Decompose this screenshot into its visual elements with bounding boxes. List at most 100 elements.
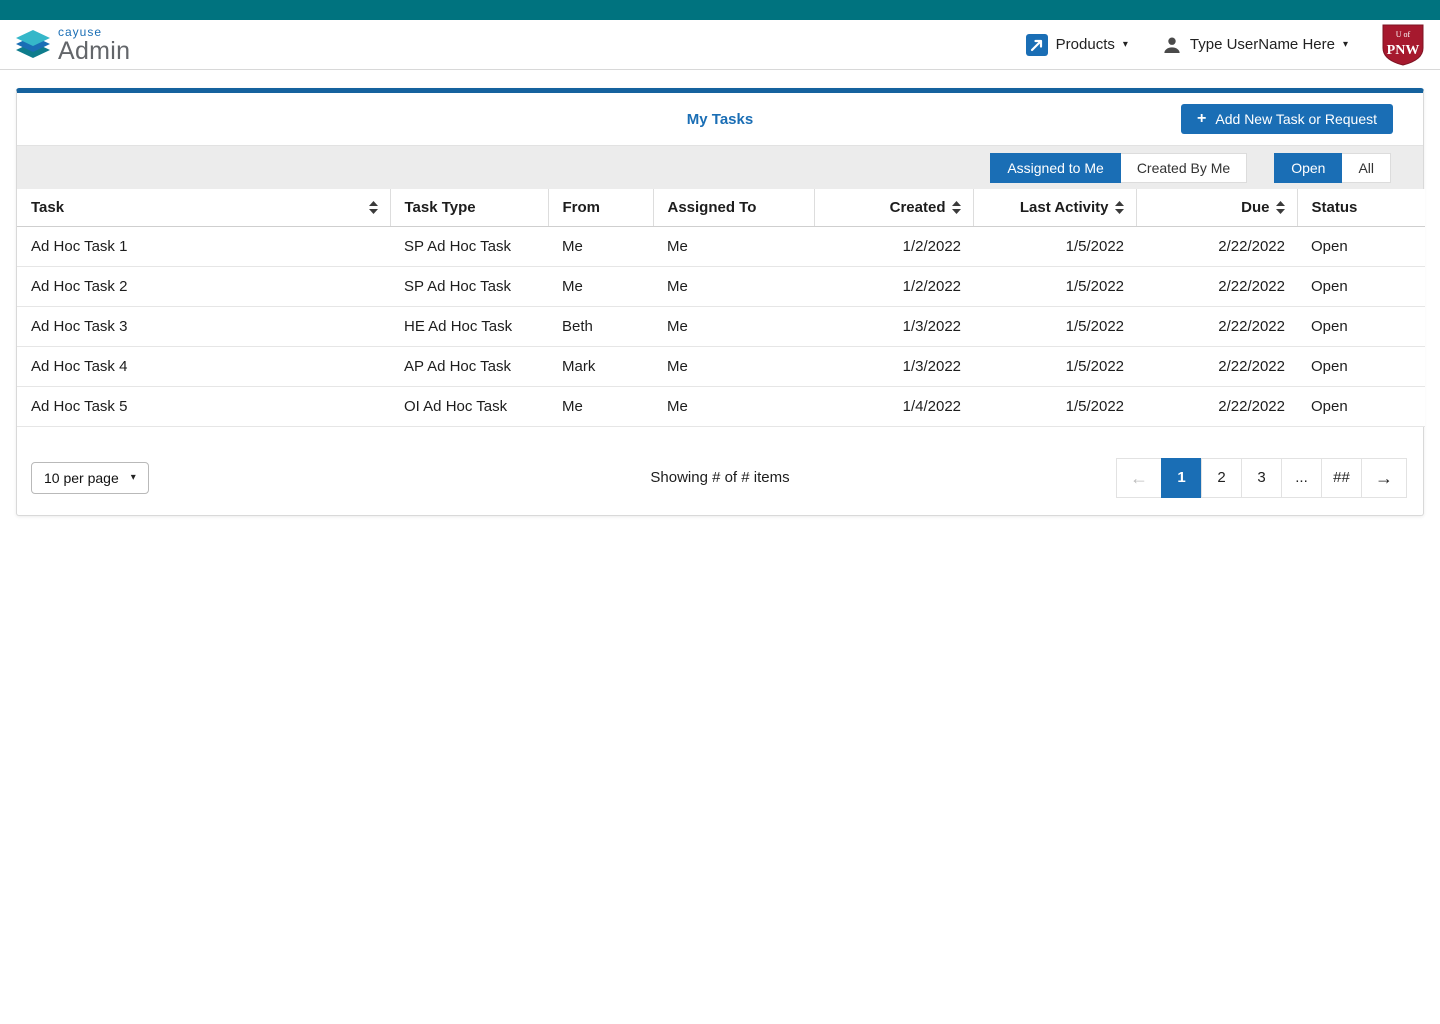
cell-assigned-to: Me [653, 386, 814, 427]
cell-status: Open [1297, 306, 1425, 347]
cell-due: 2/22/2022 [1136, 226, 1297, 267]
cell-last-activity: 1/5/2022 [973, 306, 1136, 347]
cell-assigned-to: Me [653, 226, 814, 267]
user-icon [1164, 37, 1180, 53]
page-button-3[interactable]: 3 [1241, 457, 1282, 498]
cayuse-logo-icon [16, 29, 50, 58]
cell-assigned-to: Me [653, 306, 814, 347]
panel-header: My Tasks + Add New Task or Request [17, 93, 1423, 145]
cell-task[interactable]: Ad Hoc Task 1 [17, 226, 390, 267]
user-menu-label: Type UserName Here [1189, 36, 1335, 53]
products-icon [1025, 33, 1048, 56]
column-label: Last Activity [1019, 198, 1109, 216]
column-label: Status [1311, 198, 1358, 216]
cell-from: Mark [548, 346, 653, 387]
cell-last-activity: 1/5/2022 [973, 386, 1136, 427]
next-page-button[interactable]: → [1361, 457, 1407, 498]
table-row[interactable]: Ad Hoc Task 4 AP Ad Hoc Task Mark Me 1/3… [17, 346, 1425, 387]
table-row[interactable]: Ad Hoc Task 1 SP Ad Hoc Task Me Me 1/2/2… [17, 226, 1425, 267]
column-label: Due [1241, 198, 1270, 216]
sort-icon [1275, 200, 1285, 214]
arrow-left-icon: ← [1130, 467, 1148, 488]
cell-task[interactable]: Ad Hoc Task 3 [17, 306, 390, 347]
product-name: Admin [58, 36, 131, 65]
cell-status: Open [1297, 346, 1425, 387]
cell-status: Open [1297, 226, 1425, 267]
column-header-created[interactable]: Created [814, 189, 974, 227]
showing-count: Showing # of # items [650, 469, 790, 486]
org-logo-line2: PNW [1387, 43, 1420, 58]
brand-name: cayuse [58, 24, 103, 39]
my-tasks-title[interactable]: My Tasks [687, 111, 753, 128]
logo-text: cayuse Admin [58, 26, 130, 64]
cell-task-type: OI Ad Hoc Task [390, 386, 548, 427]
cell-from: Me [548, 226, 653, 267]
table-footer: 10 per page ▾ Showing # of # items ← 1 2… [17, 427, 1423, 515]
cell-status: Open [1297, 266, 1425, 307]
page-ellipsis[interactable]: ... [1281, 457, 1322, 498]
page-button-1[interactable]: 1 [1161, 457, 1202, 498]
column-header-from[interactable]: From [548, 189, 654, 227]
page-button-2[interactable]: 2 [1201, 457, 1242, 498]
cell-task-type: SP Ad Hoc Task [390, 226, 548, 267]
column-label: From [562, 198, 601, 216]
org-logo-line1: U of [1396, 30, 1411, 39]
table-header-row: Task Task Type From Assigned To Created … [17, 189, 1425, 227]
column-header-last-activity[interactable]: Last Activity [973, 189, 1137, 227]
cell-created: 1/3/2022 [814, 306, 973, 347]
cell-task-type: AP Ad Hoc Task [390, 346, 548, 387]
plus-icon: + [1197, 110, 1207, 127]
cell-due: 2/22/2022 [1136, 346, 1297, 387]
user-menu[interactable]: Type UserName Here ▾ [1162, 35, 1348, 55]
filter-created-by-me[interactable]: Created By Me [1120, 152, 1248, 183]
arrow-right-icon: → [1375, 467, 1393, 488]
filter-open[interactable]: Open [1274, 152, 1343, 183]
add-task-button-label: Add New Task or Request [1215, 111, 1377, 127]
cell-status: Open [1297, 386, 1425, 427]
cell-due: 2/22/2022 [1136, 386, 1297, 427]
my-tasks-panel: My Tasks + Add New Task or Request Assig… [16, 88, 1425, 516]
column-header-due[interactable]: Due [1136, 189, 1298, 227]
column-header-assigned-to[interactable]: Assigned To [653, 189, 815, 227]
column-label: Created [889, 198, 946, 216]
column-label: Assigned To [667, 198, 757, 216]
sort-icon [951, 200, 961, 214]
cell-task-type: HE Ad Hoc Task [390, 306, 548, 347]
status-filter-group: Open All [1274, 152, 1391, 183]
filter-assigned-to-me[interactable]: Assigned to Me [990, 152, 1121, 183]
filter-toolbar: Assigned to Me Created By Me Open All [17, 145, 1423, 189]
cell-task[interactable]: Ad Hoc Task 4 [17, 346, 390, 387]
tasks-table: Task Task Type From Assigned To Created … [17, 189, 1425, 427]
column-header-status[interactable]: Status [1297, 189, 1425, 227]
cell-last-activity: 1/5/2022 [973, 226, 1136, 267]
top-accent-bar [0, 0, 1440, 20]
column-header-task-type[interactable]: Task Type [390, 189, 549, 227]
header-right: Products ▾ Type UserName Here ▾ U of PNW [1025, 24, 1424, 66]
cell-from: Beth [548, 306, 653, 347]
cell-task[interactable]: Ad Hoc Task 2 [17, 266, 390, 307]
chevron-down-icon: ▾ [1342, 38, 1348, 50]
per-page-select[interactable]: 10 per page ▾ [31, 461, 149, 494]
cayuse-logo[interactable]: cayuse Admin [16, 26, 130, 64]
ownership-filter-group: Assigned to Me Created By Me [990, 152, 1248, 183]
cell-from: Me [548, 266, 653, 307]
chevron-down-icon: ▾ [1122, 38, 1128, 50]
table-row[interactable]: Ad Hoc Task 5 OI Ad Hoc Task Me Me 1/4/2… [17, 386, 1425, 427]
column-label: Task Type [404, 198, 476, 216]
org-logo: U of PNW [1382, 24, 1424, 66]
prev-page-button[interactable]: ← [1116, 457, 1162, 498]
cell-created: 1/3/2022 [814, 346, 973, 387]
cell-last-activity: 1/5/2022 [973, 346, 1136, 387]
cell-assigned-to: Me [653, 266, 814, 307]
table-row[interactable]: Ad Hoc Task 3 HE Ad Hoc Task Beth Me 1/3… [17, 306, 1425, 347]
products-menu[interactable]: Products ▾ [1025, 33, 1128, 56]
app-header: cayuse Admin Products ▾ Type UserName He… [0, 20, 1440, 70]
cell-assigned-to: Me [653, 346, 814, 387]
column-header-task[interactable]: Task [17, 189, 391, 227]
cell-due: 2/22/2022 [1136, 266, 1297, 307]
page-button-last[interactable]: ## [1321, 457, 1362, 498]
add-task-button[interactable]: + Add New Task or Request [1181, 104, 1393, 134]
cell-task[interactable]: Ad Hoc Task 5 [17, 386, 390, 427]
table-row[interactable]: Ad Hoc Task 2 SP Ad Hoc Task Me Me 1/2/2… [17, 266, 1425, 307]
filter-all[interactable]: All [1342, 152, 1391, 183]
